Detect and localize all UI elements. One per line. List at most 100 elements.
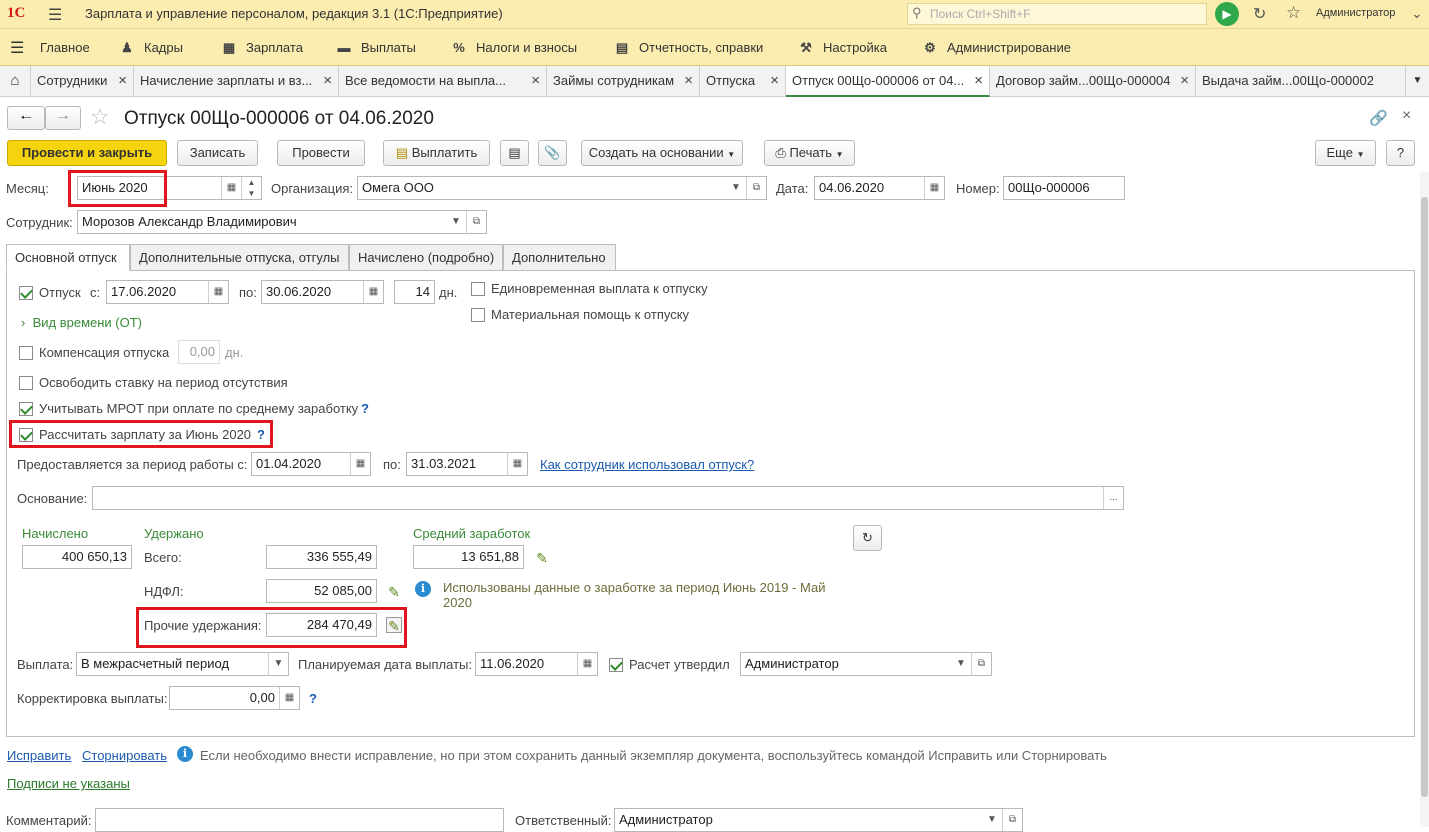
tab-vacation-doc[interactable]: Отпуск 00Що-000006 от 04... × [786, 66, 990, 97]
open-icon[interactable]: ⧉ [746, 177, 766, 199]
favorites-icon[interactable]: ☆ [1286, 3, 1301, 23]
ndfl-field[interactable]: 52 085,00 [266, 579, 377, 603]
compensation-days-field[interactable]: 0,00 [178, 340, 220, 364]
forward-button[interactable]: 🠒 [45, 106, 81, 130]
calendar-icon[interactable]: ▦ [221, 177, 241, 199]
close-icon[interactable]: × [974, 66, 983, 95]
menu-taxes[interactable]: % Налоги и взносы [450, 29, 577, 66]
menu-salary[interactable]: ▦ Зарплата [220, 29, 303, 66]
tab-vacations[interactable]: Отпуска × [700, 66, 786, 97]
post-and-close-button[interactable]: Провести и закрыть [7, 140, 167, 166]
close-icon[interactable]: × [770, 66, 779, 96]
approved-checkbox[interactable] [609, 658, 623, 672]
create-based-button[interactable]: Создать на основании ▼ [581, 140, 743, 166]
calendar-icon[interactable]: ▦ [350, 453, 370, 475]
recalculate-icon[interactable]: ↻ [853, 525, 882, 551]
attachment-icon[interactable]: 📎 [538, 140, 567, 166]
back-button[interactable]: 🠐 [7, 106, 45, 130]
dropdown-icon[interactable]: ▼ [951, 653, 971, 675]
register-icon[interactable]: ▤ [500, 140, 529, 166]
storno-link[interactable]: Сторнировать [82, 748, 167, 764]
calendar-icon[interactable]: ▦ [507, 453, 527, 475]
mrot-checkbox[interactable] [19, 402, 33, 416]
material-aid-checkbox[interactable] [471, 308, 485, 322]
comment-field[interactable] [95, 808, 504, 832]
home-icon[interactable]: ⌂ [0, 66, 31, 97]
calendar-icon[interactable]: ▦ [208, 281, 228, 303]
period-to-field[interactable]: 31.03.2021 ▦ [406, 452, 528, 476]
compensation-checkbox[interactable] [19, 346, 33, 360]
employee-field[interactable]: Морозов Александр Владимирович ▼ ⧉ [77, 210, 487, 234]
calendar-icon[interactable]: ▦ [363, 281, 383, 303]
basis-field[interactable]: ... [92, 486, 1124, 510]
close-icon[interactable]: × [531, 66, 540, 96]
open-icon[interactable]: ⧉ [1002, 809, 1022, 831]
scrollbar-thumb[interactable] [1421, 197, 1428, 797]
correction-field[interactable]: 0,00 ▦ [169, 686, 300, 710]
dropdown-icon[interactable]: ▼ [726, 177, 746, 199]
tab-loan-issue[interactable]: Выдача займ...00Що-000002 [1196, 66, 1406, 97]
link-icon[interactable]: 🔗 [1369, 109, 1388, 127]
open-icon[interactable]: ⧉ [971, 653, 991, 675]
dropdown-icon[interactable]: ▼ [446, 211, 466, 233]
accrued-field[interactable]: 400 650,13 [22, 545, 132, 569]
tab-employees[interactable]: Сотрудники × [31, 66, 134, 97]
month-spin[interactable]: ▲ ▼ [241, 177, 261, 199]
dropdown-icon[interactable]: ▼ [268, 653, 288, 675]
close-icon[interactable]: × [323, 66, 332, 96]
pencil-icon[interactable]: ✎ [534, 550, 550, 566]
main-menu-icon[interactable]: ☰ [48, 5, 62, 25]
menu-admin[interactable]: ⚙ Администрирование [921, 29, 1071, 66]
free-rate-checkbox[interactable] [19, 376, 33, 390]
menu-main[interactable]: Главное [40, 29, 90, 66]
scrollbar[interactable] [1420, 172, 1429, 827]
star-icon[interactable]: ☆ [90, 104, 110, 130]
calculator-icon[interactable]: ▦ [279, 687, 299, 709]
avg-earnings-field[interactable]: 13 651,88 [413, 545, 524, 569]
close-icon[interactable]: × [684, 66, 693, 96]
period-from-field[interactable]: 01.04.2020 ▦ [251, 452, 371, 476]
app-menu-icon[interactable]: ⌄ [1411, 5, 1423, 22]
tab-additional[interactable]: Дополнительно [503, 244, 616, 271]
post-button[interactable]: Провести [277, 140, 365, 166]
open-icon[interactable]: ⧉ [466, 211, 486, 233]
vacation-checkbox[interactable] [19, 286, 33, 300]
help-button[interactable]: ? [1386, 140, 1415, 166]
sections-menu-icon[interactable]: ☰ [10, 38, 24, 58]
tab-statements[interactable]: Все ведомости на выпла... × [339, 66, 547, 97]
time-type-toggle[interactable]: › Вид времени (ОТ) [21, 315, 142, 331]
print-button[interactable]: ⎙ Печать ▼ [764, 140, 855, 166]
close-icon[interactable]: × [118, 66, 127, 96]
tab-accrual[interactable]: Начисление зарплаты и вз... × [134, 66, 339, 97]
correction-help-icon[interactable]: ? [309, 691, 317, 706]
launch-icon[interactable]: ▶ [1215, 2, 1239, 26]
approved-by-field[interactable]: Администратор ▼ ⧉ [740, 652, 992, 676]
save-button[interactable]: Записать [177, 140, 258, 166]
withheld-total-field[interactable]: 336 555,49 [266, 545, 377, 569]
vacation-from-field[interactable]: 17.06.2020 ▦ [106, 280, 229, 304]
tab-accrued-detail[interactable]: Начислено (подробно) [349, 244, 503, 271]
dropdown-icon[interactable]: ▼ [982, 809, 1002, 831]
tab-main-vacation[interactable]: Основной отпуск [6, 244, 130, 271]
mrot-help-icon[interactable]: ? [361, 401, 369, 416]
payout-field[interactable]: В межрасчетный период ▼ [76, 652, 289, 676]
vacation-to-field[interactable]: 30.06.2020 ▦ [261, 280, 384, 304]
menu-reports[interactable]: ▤ Отчетность, справки [613, 29, 763, 66]
close-icon[interactable]: × [1180, 66, 1189, 96]
user-name[interactable]: Администратор [1316, 7, 1395, 19]
usage-link[interactable]: Как сотрудник использовал отпуск? [540, 457, 754, 473]
pencil-icon[interactable]: ✎ [386, 584, 402, 600]
days-field[interactable]: 14 [394, 280, 435, 304]
close-form-icon[interactable]: × [1402, 107, 1411, 125]
menu-payments[interactable]: ▬ Выплаты [335, 29, 416, 66]
calendar-icon[interactable]: ▦ [924, 177, 944, 199]
more-button[interactable]: Еще ▼ [1315, 140, 1376, 166]
select-icon[interactable]: ... [1103, 487, 1123, 509]
signatures-link[interactable]: Подписи не указаны [7, 776, 130, 792]
tab-loans[interactable]: Займы сотрудникам × [547, 66, 700, 97]
history-icon[interactable]: ↻ [1253, 4, 1266, 24]
tabs-dropdown-icon[interactable]: ▼ [1406, 66, 1429, 97]
org-field[interactable]: Омега ООО ▼ ⧉ [357, 176, 767, 200]
plan-date-field[interactable]: 11.06.2020 ▦ [475, 652, 598, 676]
tab-loan-contract[interactable]: Договор займ...00Що-000004 × [990, 66, 1196, 97]
